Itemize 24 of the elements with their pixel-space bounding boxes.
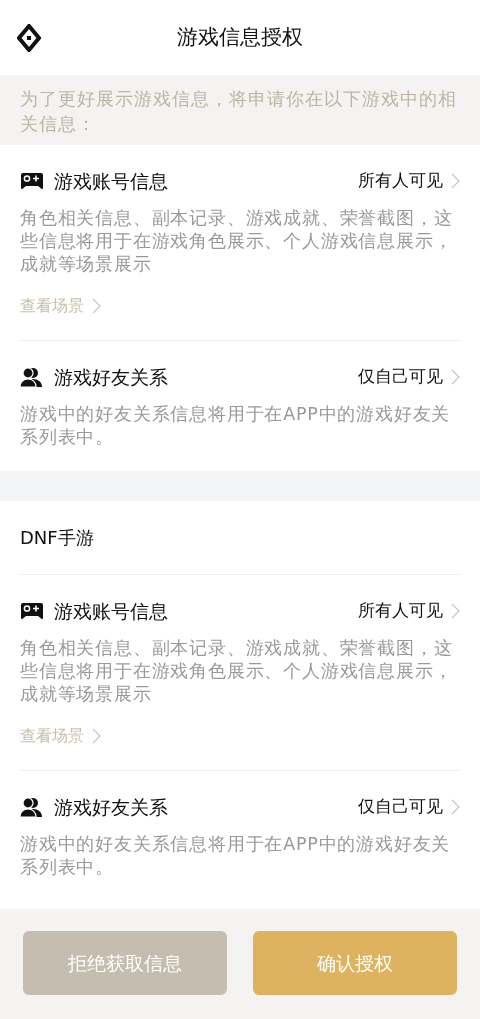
- chevron-icon: [451, 603, 460, 619]
- permission-title: 游戏账号信息: [54, 168, 168, 194]
- permission-description: 角色相关信息、副本记录、游戏成就、荣誉截图，这些信息将用于在游戏角色展示、个人游戏信息展示，成就等场景展示: [20, 637, 454, 706]
- page-title: 游戏信息授权: [177, 23, 303, 51]
- gamepad-icon: [20, 602, 46, 620]
- visibility-selector[interactable]: 仅自己可见: [358, 794, 460, 820]
- permission-title: 游戏好友关系: [54, 794, 168, 820]
- intro-text: 为了更好展示游戏信息，将申请你在以下游戏中的相关信息：: [20, 88, 458, 136]
- visibility-selector[interactable]: 所有人可见: [358, 598, 460, 624]
- game-name: DNF手游: [20, 526, 94, 550]
- permission-description: 游戏中的好友关系信息将用于在APP中的游戏好友关系列表中。: [20, 403, 452, 449]
- chevron-icon: [451, 799, 460, 815]
- visibility-selector[interactable]: 所有人可见: [358, 168, 460, 194]
- chevron-icon: [451, 369, 460, 385]
- back-icon[interactable]: [16, 24, 42, 52]
- chevron-icon: [451, 173, 460, 189]
- permission-title: 游戏账号信息: [54, 598, 168, 624]
- permission-description: 角色相关信息、副本记录、游戏成就、荣誉截图，这些信息将用于在游戏角色展示、个人游戏信息展示，成就等场景展示: [20, 207, 454, 276]
- gamepad-icon: [20, 172, 46, 190]
- chevron-icon: [92, 298, 101, 314]
- visibility-selector[interactable]: 仅自己可见: [358, 364, 460, 390]
- chevron-icon: [92, 728, 101, 744]
- permission-title: 游戏好友关系: [54, 364, 168, 390]
- permission-description: 游戏中的好友关系信息将用于在APP中的游戏好友关系列表中。: [20, 833, 452, 879]
